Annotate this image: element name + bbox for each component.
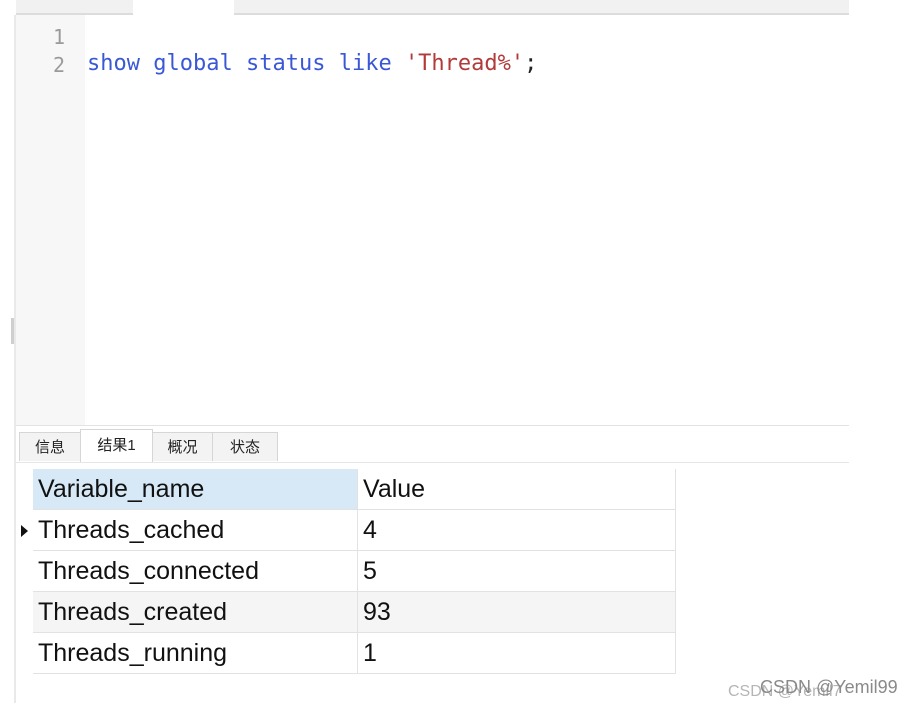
tab-info[interactable]: 信息 bbox=[19, 432, 81, 461]
code-line[interactable]: show global status like 'Thread%'; bbox=[87, 51, 537, 76]
cell-variable-name[interactable]: Threads_cached bbox=[33, 510, 358, 551]
cell-value[interactable]: 1 bbox=[358, 633, 676, 674]
cell-value[interactable]: 5 bbox=[358, 551, 676, 592]
line-number: 1 bbox=[52, 25, 65, 49]
editor-tab-strip-fill bbox=[234, 0, 849, 15]
cell-variable-name[interactable]: Threads_created bbox=[33, 592, 358, 633]
keyword-like: like bbox=[338, 51, 392, 76]
cell-variable-name[interactable]: Threads_running bbox=[33, 633, 358, 674]
keyword-global: global bbox=[153, 51, 233, 76]
cell-variable-name[interactable]: Threads_connected bbox=[33, 551, 358, 592]
column-header-variable-name[interactable]: Variable_name bbox=[33, 469, 358, 510]
line-number-gutter: 1 2 bbox=[16, 15, 85, 425]
cell-value[interactable]: 4 bbox=[358, 510, 676, 551]
statement-terminator: ; bbox=[524, 51, 538, 76]
splitter-handle[interactable] bbox=[11, 318, 14, 344]
sql-editor[interactable]: 1 2 show global status like 'Thread%'; bbox=[16, 15, 849, 425]
keyword-status: status bbox=[245, 51, 326, 76]
tab-overview[interactable]: 概况 bbox=[152, 432, 213, 461]
editor-tab-strip bbox=[16, 0, 849, 15]
current-row-indicator-icon bbox=[21, 525, 28, 537]
column-header-value[interactable]: Value bbox=[358, 469, 676, 510]
tab-result-1[interactable]: 结果1 bbox=[80, 429, 153, 462]
editor-tab-active[interactable] bbox=[133, 0, 234, 15]
line-number: 2 bbox=[52, 53, 65, 77]
tab-status[interactable]: 状态 bbox=[212, 432, 278, 461]
cell-value[interactable]: 93 bbox=[358, 592, 676, 633]
editor-tab[interactable] bbox=[16, 0, 133, 15]
watermark-front: CSDN @Yemil99 bbox=[760, 677, 898, 697]
keyword-show: show bbox=[87, 51, 140, 76]
string-literal: 'Thread%' bbox=[404, 51, 525, 76]
result-tab-bar: 信息 结果1 概况 状态 bbox=[16, 425, 849, 463]
